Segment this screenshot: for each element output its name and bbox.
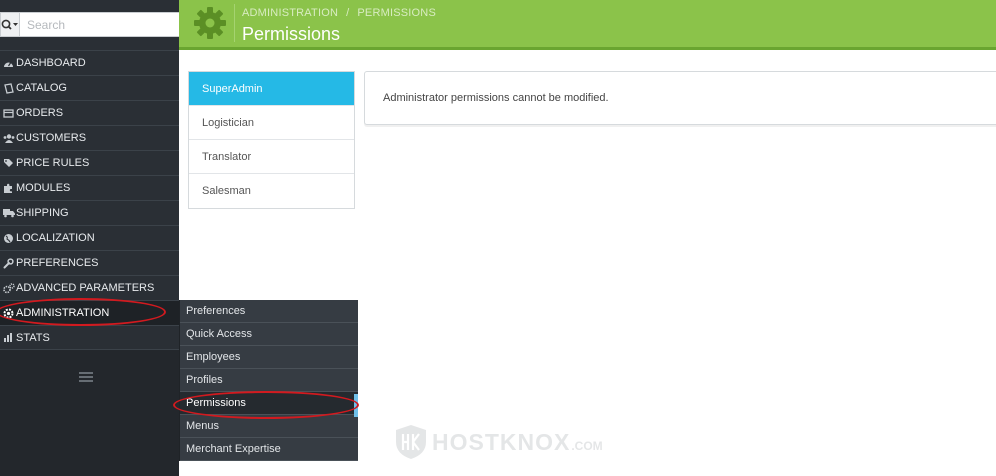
profile-logistician[interactable]: Logistician [189,106,354,140]
gear-icon [194,7,226,39]
page-header: ADMINISTRATION / PERMISSIONS Permissions [179,0,996,47]
puzzle-icon [2,182,15,195]
sidebar-item-label: PREFERENCES [16,257,99,269]
search-bar [0,12,183,37]
truck-icon [2,207,15,220]
submenu-item-quick-access[interactable]: Quick Access [180,323,358,346]
sidebar-item-preferences[interactable]: PREFERENCES [0,250,179,275]
dashboard-icon [2,57,15,70]
wrench-icon [2,257,15,270]
sidebar-item-label: STATS [16,331,50,344]
profile-salesman[interactable]: Salesman [189,174,354,208]
sidebar-collapse-icon[interactable] [79,372,93,382]
sidebar-item-label: CUSTOMERS [16,132,87,144]
search-type-dropdown[interactable] [0,12,19,37]
sidebar-item-stats[interactable]: STATS [0,325,179,350]
sidebar-item-label: CATALOG [16,82,67,94]
submenu-item-profiles[interactable]: Profiles [180,369,358,392]
orders-icon [2,107,15,120]
watermark: HOSTKNOX .COM [394,424,603,460]
stats-icon [2,331,15,344]
sidebar-menu: DASHBOARD CATALOG ORDERS CUSTOMERS PRICE… [0,50,179,350]
sidebar-item-label: DASHBOARD [16,57,86,69]
header-divider [234,4,235,42]
sidebar-item-label: SHIPPING [16,207,69,219]
sidebar-item-label: MODULES [16,182,71,194]
submenu-active-indicator [354,394,358,417]
profile-superadmin[interactable]: SuperAdmin [189,72,354,106]
cogs-icon [2,282,15,295]
header-underline [179,47,996,50]
breadcrumb-permissions: PERMISSIONS [357,7,436,19]
sidebar-item-administration[interactable]: ADMINISTRATION [0,300,179,325]
search-input[interactable] [19,12,183,37]
submenu-item-permissions[interactable]: Permissions [180,392,358,415]
sidebar-item-label: PRICE RULES [16,157,90,169]
customers-icon [2,132,15,145]
sidebar-item-catalog[interactable]: CATALOG [0,75,179,100]
hostknox-logo-icon [396,425,426,459]
breadcrumb: ADMINISTRATION / PERMISSIONS [242,7,436,19]
submenu-item-preferences[interactable]: Preferences [180,300,358,323]
permissions-panel: Administrator permissions cannot be modi… [364,71,996,125]
globe-icon [2,232,15,245]
watermark-brand: HOSTKNOX [432,428,571,455]
sidebar-item-localization[interactable]: LOCALIZATION [0,225,179,250]
sidebar-item-label: LOCALIZATION [16,232,95,244]
submenu-item-merchant-expertise[interactable]: Merchant Expertise [180,438,358,461]
breadcrumb-administration[interactable]: ADMINISTRATION [242,7,338,19]
profile-translator[interactable]: Translator [189,140,354,174]
sidebar-item-label: ADVANCED PARAMETERS [16,282,155,294]
admin-icon [2,307,15,320]
sidebar-item-dashboard[interactable]: DASHBOARD [0,50,179,75]
permissions-message: Administrator permissions cannot be modi… [383,92,609,104]
submenu-item-menus[interactable]: Menus [180,415,358,438]
sidebar-item-label: ADMINISTRATION [16,307,110,319]
submenu-item-employees[interactable]: Employees [180,346,358,369]
catalog-icon [2,82,15,95]
watermark-suffix: .COM [571,439,603,453]
tags-icon [2,157,15,170]
sidebar-item-label: ORDERS [16,107,64,119]
administration-submenu: Preferences Quick Access Employees Profi… [179,300,358,461]
page-title: Permissions [242,24,341,44]
sidebar-item-price-rules[interactable]: PRICE RULES [0,150,179,175]
sidebar-item-customers[interactable]: CUSTOMERS [0,125,179,150]
sidebar-item-shipping[interactable]: SHIPPING [0,200,179,225]
profiles-list: SuperAdmin Logistician Translator Salesm… [188,71,355,209]
sidebar-item-orders[interactable]: ORDERS [0,100,179,125]
sidebar-footer [0,349,179,476]
sidebar-item-modules[interactable]: MODULES [0,175,179,200]
sidebar-item-advanced-parameters[interactable]: ADVANCED PARAMETERS [0,275,179,300]
search-icon [1,19,18,30]
breadcrumb-separator: / [346,7,350,19]
